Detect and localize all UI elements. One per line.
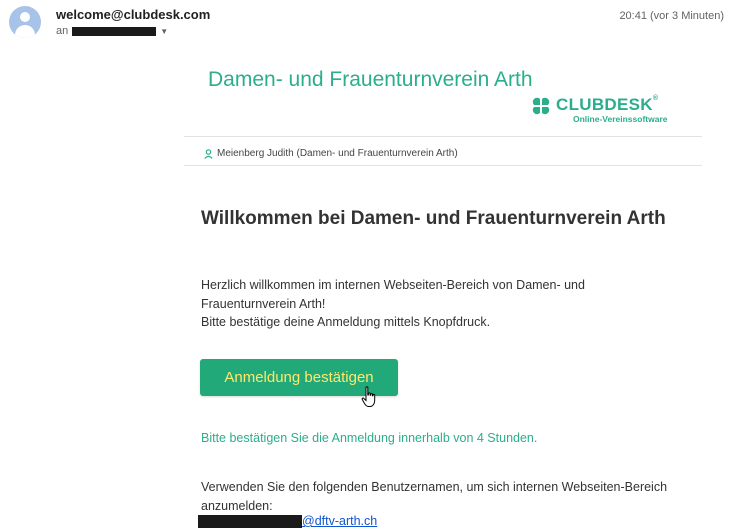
club-title: Damen- und Frauenturnverein Arth <box>208 68 533 91</box>
clubdesk-logo[interactable]: CLUBDESK® Online-Vereinssoftware <box>531 95 681 125</box>
sender-address[interactable]: welcome@clubdesk.com <box>56 7 210 22</box>
username-line: @dftv-arth.ch <box>198 514 377 528</box>
intro-line: Bitte bestätige deine Anmeldung mittels … <box>201 315 491 329</box>
recipient-prefix: an <box>56 25 69 37</box>
user-name: Meienberg Judith (Damen- und Frauenturnv… <box>217 148 458 159</box>
recipient-line[interactable]: an ▼ <box>56 25 168 37</box>
divider <box>184 165 702 166</box>
intro-text: Herzlich willkommen im internen Webseite… <box>201 276 671 332</box>
redacted-username <box>198 514 302 528</box>
email-header: welcome@clubdesk.com an ▼ 20:41 (vor 3 M… <box>0 0 740 44</box>
logo-tagline: Online-Vereinssoftware <box>573 114 668 124</box>
user-line: Meienberg Judith (Damen- und Frauenturnv… <box>204 148 458 159</box>
deadline-notice: Bitte bestätigen Sie die Anmeldung inner… <box>201 431 538 445</box>
intro-line: Herzlich willkommen im internen Webseite… <box>201 278 585 311</box>
clover-icon <box>531 97 551 115</box>
sender-avatar[interactable] <box>9 6 41 38</box>
welcome-heading: Willkommen bei Damen- und Frauenturnvere… <box>201 208 666 229</box>
redacted-recipient <box>72 26 157 36</box>
username-email-link[interactable]: @dftv-arth.ch <box>302 514 377 528</box>
chevron-down-icon[interactable]: ▼ <box>160 27 168 36</box>
username-instructions: Verwenden Sie den folgenden Benutzername… <box>201 480 668 513</box>
user-icon <box>204 148 213 159</box>
logo-wordmark: CLUBDESK® <box>556 95 659 114</box>
divider <box>184 136 702 137</box>
hand-cursor-icon <box>361 386 376 407</box>
email-timestamp: 20:41 (vor 3 Minuten) <box>619 10 724 22</box>
